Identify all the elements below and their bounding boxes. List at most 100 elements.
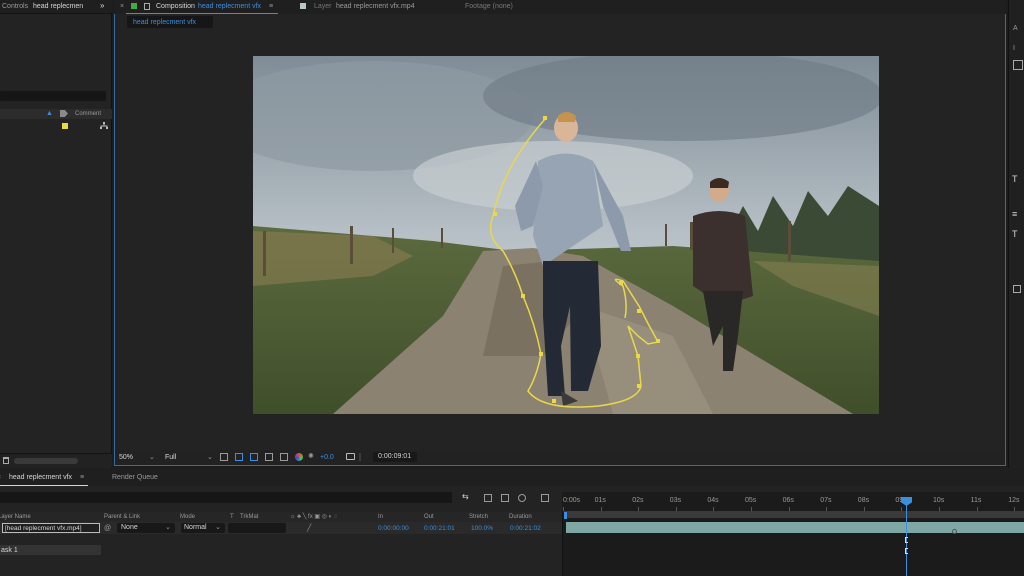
- exposure-icon[interactable]: ✺: [308, 452, 314, 461]
- current-time-field[interactable]: 0:00:09:01: [373, 452, 417, 462]
- layer-name-box[interactable]: [head replecment vfx.mp4]: [2, 523, 100, 533]
- video-frame[interactable]: [253, 56, 879, 414]
- quality-switch-icon[interactable]: ╱: [307, 524, 311, 533]
- ruler-tick-label: 08s: [857, 497, 870, 504]
- footage-tab[interactable]: Footage (none): [465, 2, 513, 11]
- transparency-grid-icon[interactable]: [235, 453, 243, 461]
- lock-icon[interactable]: [144, 3, 150, 10]
- exposure-value[interactable]: +0.0: [320, 453, 334, 462]
- parent-dropdown[interactable]: None ⌄: [117, 523, 175, 533]
- composition-tab-name[interactable]: head replecment vfx: [198, 2, 261, 11]
- effect-controls-tab-label: Controls: [2, 3, 29, 10]
- parent-value: None: [121, 524, 138, 531]
- switches-icons: ☼ ♣ ╲ fx ▣ ◎ ◐ ◌: [290, 514, 338, 520]
- effect-controls-tab[interactable]: Controls head replecmen »: [0, 0, 112, 14]
- sort-up-icon[interactable]: ▲: [46, 109, 53, 118]
- character-panel: A I T ≡ T: [1008, 0, 1024, 468]
- mode-column[interactable]: Mode: [180, 513, 195, 522]
- mask-visibility-icon[interactable]: [250, 453, 258, 461]
- timeline-active-tab-underline: [0, 485, 88, 486]
- frame-blending-icon[interactable]: [518, 494, 526, 502]
- label-tag-icon: [60, 110, 68, 117]
- mask-name: ask 1: [1, 547, 18, 554]
- composition-tab-bar: × Composition head replecment vfx ≡ Laye…: [114, 0, 1006, 14]
- ruler-tick-label: 03s: [669, 497, 682, 504]
- render-queue-tab[interactable]: Render Queue: [112, 473, 158, 482]
- timeline-tab-name[interactable]: head replecment vfx: [9, 473, 72, 482]
- out-value[interactable]: 0:00:21:01: [424, 524, 455, 533]
- stretch-value[interactable]: 100.0%: [471, 524, 493, 533]
- composition-breadcrumb[interactable]: head replecment vfx: [127, 16, 213, 28]
- composition-mini-flowchart-icon[interactable]: ⇆: [462, 492, 469, 501]
- zoom-dropdown[interactable]: 50%: [119, 453, 133, 462]
- viewer-toolbar: 50% ⌄ Full ⌄ ✺ +0.0 0:00:09:01: [115, 450, 1005, 465]
- resolution-chevron-icon[interactable]: ⌄: [207, 453, 213, 462]
- ruler-tick-label: 11s: [970, 497, 982, 504]
- comp-color-icon: [131, 3, 137, 9]
- ruler-tick-label: 06s: [782, 497, 794, 504]
- ruler-tick-label: 01s: [594, 497, 606, 504]
- project-footer: [0, 453, 112, 467]
- layer-tab-name[interactable]: head replecment vfx.mp4: [336, 2, 415, 11]
- t-column[interactable]: T: [230, 513, 234, 522]
- mode-value: Normal: [184, 524, 207, 531]
- grid-guides-icon[interactable]: [265, 453, 273, 461]
- layer-name-column[interactable]: Layer Name: [0, 513, 31, 522]
- layer-color-icon: [300, 3, 306, 9]
- close-tab-icon[interactable]: ×: [120, 2, 124, 11]
- timeline-menu-icon[interactable]: ≡: [80, 473, 84, 482]
- align-icon[interactable]: [1013, 60, 1023, 70]
- in-value[interactable]: 0:00:00:00: [378, 524, 409, 533]
- ruler-tick-label: 10s: [933, 497, 945, 504]
- mask-keyframe-marker[interactable]: [905, 548, 908, 554]
- mode-dropdown[interactable]: Normal ⌄: [181, 523, 225, 533]
- current-time-value: 0:00:09:01: [378, 453, 412, 460]
- paragraph-align-icon[interactable]: ≡: [1012, 210, 1017, 219]
- list-item[interactable]: ask 1: [0, 545, 101, 555]
- composition-flow-icon[interactable]: [100, 122, 108, 130]
- work-area-bar[interactable]: [564, 511, 1024, 518]
- parent-column[interactable]: Parent & Link: [104, 513, 140, 522]
- pick-whip-icon[interactable]: @: [104, 524, 111, 533]
- region-of-interest-icon[interactable]: [220, 453, 228, 461]
- zoom-chevron-icon[interactable]: ⌄: [149, 453, 155, 462]
- text-size-icon[interactable]: T: [1012, 175, 1018, 184]
- snapshot-camera-icon[interactable]: [346, 453, 355, 460]
- trkmat-dropdown[interactable]: [228, 523, 286, 533]
- color-channel-icon[interactable]: [295, 453, 303, 461]
- project-scrollbar[interactable]: [14, 458, 78, 464]
- active-tab-underline: [126, 13, 278, 14]
- mask-keyframe-marker[interactable]: [905, 537, 908, 543]
- panel-menu-icon[interactable]: »: [100, 1, 104, 10]
- composition-tab-prefix: Composition: [156, 3, 195, 10]
- timeline-tab-bar: × head replecment vfx ≡ Render Queue: [0, 468, 1024, 486]
- in-column[interactable]: In: [378, 513, 383, 522]
- composition-menu-icon[interactable]: ≡: [269, 2, 273, 11]
- project-search-input[interactable]: [0, 91, 106, 101]
- out-column[interactable]: Out: [424, 513, 434, 522]
- stroke-icon[interactable]: [1013, 285, 1021, 293]
- table-row[interactable]: [head replecment vfx.mp4] @ None ⌄ Norma…: [0, 522, 562, 534]
- text-leading-icon[interactable]: T: [1012, 230, 1018, 239]
- stretch-column[interactable]: Stretch: [469, 513, 488, 522]
- label-color-swatch[interactable]: [62, 123, 68, 129]
- ruler-tick-label: 02s: [632, 497, 644, 504]
- mode-chevron-icon: ⌄: [215, 524, 221, 531]
- ruler-tick-label: 0:00s: [563, 497, 581, 504]
- view-options-icon[interactable]: [280, 453, 288, 461]
- graph-editor-icon[interactable]: [541, 494, 549, 502]
- duration-value[interactable]: 0:00:21:02: [510, 524, 541, 533]
- shy-layers-icon[interactable]: [501, 494, 509, 502]
- layer-tab-prefix: Layer: [314, 3, 332, 10]
- resolution-dropdown[interactable]: Full: [165, 453, 176, 462]
- ruler-tick-label: 07s: [820, 497, 832, 504]
- draft-3d-icon[interactable]: [484, 494, 492, 502]
- work-area-start-handle[interactable]: [564, 512, 567, 519]
- trash-icon[interactable]: [3, 457, 9, 464]
- timeline-close-icon[interactable]: ×: [0, 473, 1, 482]
- keyframe-marker[interactable]: [952, 529, 957, 534]
- trkmat-column[interactable]: TrkMat: [240, 513, 258, 522]
- timeline-column-header: Layer Name Parent & Link Mode T TrkMat ☼…: [0, 512, 562, 522]
- timeline-search-input[interactable]: [0, 492, 452, 503]
- duration-column[interactable]: Duration: [509, 513, 532, 522]
